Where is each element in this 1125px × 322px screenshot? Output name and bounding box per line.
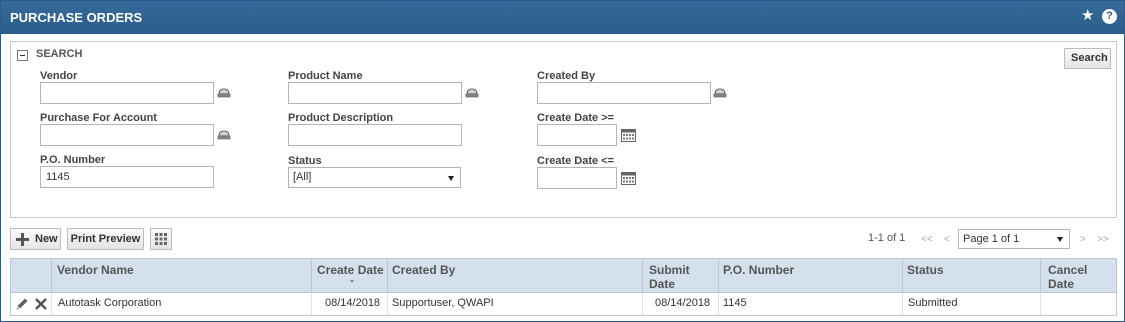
purchase-orders-window: PURCHASE ORDERS ★ ? SEARCH Search Vendor…	[0, 0, 1125, 322]
new-button[interactable]: New	[10, 228, 61, 250]
help-icon[interactable]: ?	[1102, 9, 1117, 24]
column-header-status[interactable]: Status	[903, 259, 1041, 293]
vendor-picker-icon[interactable]	[217, 88, 231, 98]
product-name-input[interactable]	[288, 82, 462, 104]
column-header-create-date[interactable]: Create Date	[312, 259, 388, 293]
delete-icon[interactable]	[35, 298, 47, 310]
next-page-button[interactable]: >	[1080, 234, 1086, 245]
cell-status: Submitted	[903, 294, 1041, 315]
table-header: Vendor Name Create Date Created By Submi…	[11, 259, 1116, 293]
grid-icon	[155, 233, 167, 245]
purchase-orders-table: Vendor Name Create Date Created By Submi…	[10, 258, 1117, 316]
star-icon[interactable]: ★	[1081, 7, 1095, 25]
column-header-cancel-date[interactable]: Cancel Date	[1041, 259, 1116, 293]
cell-created-by: Supportuser, QWAPI	[388, 294, 643, 315]
first-page-button[interactable]: <<	[921, 234, 933, 245]
status-label: Status	[288, 155, 322, 167]
column-header-created-by[interactable]: Created By	[388, 259, 643, 293]
product-picker-icon[interactable]	[465, 88, 479, 98]
create-date-to-label: Create Date <=	[537, 155, 615, 167]
po-number-input[interactable]: 1145	[40, 166, 214, 188]
cell-po-number: 1145	[719, 294, 903, 315]
chevron-down-icon	[1057, 237, 1063, 242]
calendar-icon[interactable]	[621, 171, 636, 185]
calendar-icon[interactable]	[621, 128, 636, 142]
page-select-value: Page 1 of 1	[963, 233, 1020, 245]
search-panel: SEARCH Search Vendor Purchase For Accoun…	[10, 41, 1117, 218]
product-description-input[interactable]	[288, 124, 462, 146]
edit-icon[interactable]	[15, 297, 29, 311]
search-heading: SEARCH	[36, 48, 83, 60]
table-row[interactable]: Autotask Corporation 08/14/2018 Supportu…	[11, 294, 1116, 315]
create-date-to-input[interactable]	[537, 167, 617, 189]
cell-create-date: 08/14/2018	[312, 294, 388, 315]
created-by-picker-icon[interactable]	[713, 88, 727, 98]
new-button-label: New	[35, 233, 58, 245]
collapse-search-button[interactable]	[17, 50, 28, 61]
print-preview-button[interactable]: Print Preview	[67, 228, 144, 250]
title-bar: PURCHASE ORDERS ★ ?	[1, 1, 1124, 34]
last-page-button[interactable]: >>	[1097, 234, 1109, 245]
created-by-input[interactable]	[537, 82, 711, 104]
column-header-vendor-name[interactable]: Vendor Name	[52, 259, 312, 293]
result-count: 1-1 of 1	[868, 232, 906, 244]
search-button[interactable]: Search	[1064, 48, 1111, 69]
row-actions	[11, 294, 52, 315]
column-header-submit-date[interactable]: Submit Date	[643, 259, 719, 293]
cell-cancel-date	[1041, 294, 1116, 315]
purchase-for-account-input[interactable]	[40, 124, 214, 146]
plus-icon	[16, 233, 29, 246]
sort-descending-icon	[350, 280, 354, 283]
cell-submit-date: 08/14/2018	[643, 294, 719, 315]
po-number-label: P.O. Number	[40, 154, 106, 166]
column-header-po-number[interactable]: P.O. Number	[719, 259, 903, 293]
account-picker-icon[interactable]	[217, 130, 231, 140]
vendor-label: Vendor	[40, 70, 78, 82]
actions-column-header	[11, 259, 52, 293]
purchase-for-account-label: Purchase For Account	[40, 112, 157, 124]
product-description-label: Product Description	[288, 112, 394, 124]
column-chooser-button[interactable]	[150, 228, 172, 250]
create-date-from-label: Create Date >=	[537, 112, 615, 124]
status-select[interactable]: [All]	[288, 167, 461, 188]
page-title: PURCHASE ORDERS	[10, 10, 143, 25]
page-select[interactable]: Page 1 of 1	[958, 229, 1070, 249]
create-date-from-input[interactable]	[537, 124, 617, 146]
product-name-label: Product Name	[288, 70, 363, 82]
status-select-value: [All]	[293, 171, 312, 183]
cell-vendor-name: Autotask Corporation	[52, 294, 312, 315]
chevron-down-icon	[448, 176, 454, 181]
vendor-input[interactable]	[40, 82, 214, 104]
created-by-label: Created By	[537, 70, 596, 82]
previous-page-button[interactable]: <	[944, 234, 950, 245]
